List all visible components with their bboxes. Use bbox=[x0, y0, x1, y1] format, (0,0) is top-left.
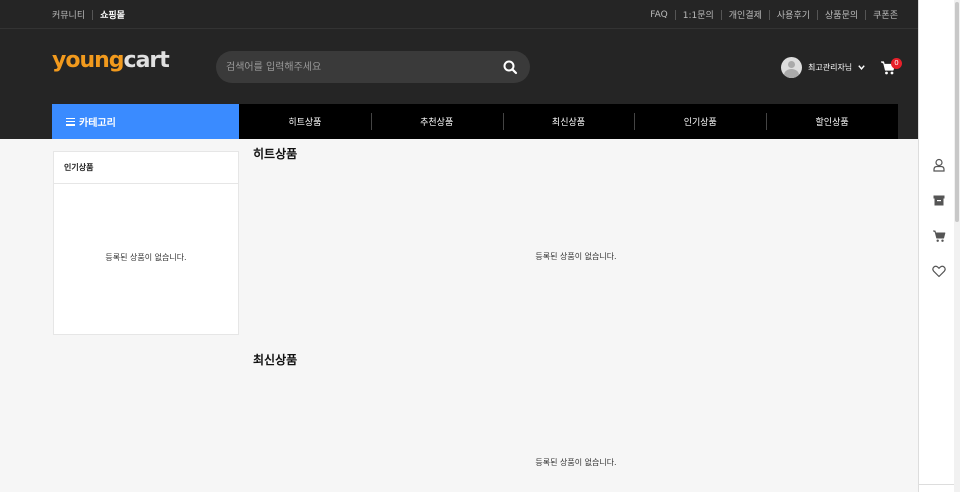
section-empty-hit: 등록된 상품이 없습니다. bbox=[535, 252, 617, 261]
user-name: 최고관리자님 bbox=[808, 63, 853, 72]
link-faq[interactable]: FAQ bbox=[650, 10, 667, 20]
chevron-down-icon[interactable] bbox=[857, 63, 866, 72]
divider bbox=[919, 484, 954, 485]
main-nav: 카테고리 히트상품 추천상품 최신상품 인기상품 할인상품 bbox=[52, 104, 898, 139]
side-box-title: 인기상품 bbox=[54, 152, 238, 184]
category-button[interactable]: 카테고리 bbox=[52, 104, 239, 139]
nav-item-hit[interactable]: 히트상품 bbox=[239, 104, 371, 139]
link-personal-pay[interactable]: 개인결제 bbox=[729, 8, 762, 21]
nav-item-popular[interactable]: 인기상품 bbox=[634, 104, 766, 139]
archive-box-icon[interactable] bbox=[931, 192, 947, 208]
nav-menu: 히트상품 추천상품 최신상품 인기상품 할인상품 bbox=[239, 104, 898, 139]
user-icon[interactable] bbox=[931, 157, 947, 173]
top-bar: 커뮤니티 쇼핑몰 FAQ 1:1문의 개인결제 사용후기 상품문의 쿠폰존 bbox=[0, 0, 918, 29]
link-shoppingmall[interactable]: 쇼핑몰 bbox=[100, 8, 125, 21]
cart-icon[interactable] bbox=[931, 228, 947, 244]
cart-count-badge: 0 bbox=[891, 58, 902, 69]
category-label: 카테고리 bbox=[79, 118, 116, 129]
logo-part-cart: cart bbox=[123, 48, 170, 73]
search-input[interactable] bbox=[226, 51, 496, 83]
heart-icon[interactable] bbox=[931, 263, 947, 279]
link-community[interactable]: 커뮤니티 bbox=[52, 8, 85, 21]
link-coupon-zone[interactable]: 쿠폰존 bbox=[873, 8, 898, 21]
divider bbox=[92, 9, 94, 20]
search-icon[interactable] bbox=[502, 59, 518, 75]
menu-icon bbox=[66, 117, 75, 126]
scrollbar-thumb[interactable] bbox=[955, 2, 959, 222]
user-menu[interactable]: 최고관리자님 bbox=[781, 57, 866, 78]
side-box-empty-text: 등록된 상품이 없습니다. bbox=[105, 253, 187, 262]
header: 커뮤니티 쇼핑몰 FAQ 1:1문의 개인결제 사용후기 상품문의 쿠폰존 yo… bbox=[0, 0, 918, 139]
section-title-hit: 히트상품 bbox=[253, 147, 298, 161]
popular-products-box: 인기상품 등록된 상품이 없습니다. bbox=[53, 151, 239, 335]
divider bbox=[768, 9, 770, 20]
divider bbox=[865, 9, 867, 20]
top-right-links: FAQ 1:1문의 개인결제 사용후기 상품문의 쿠폰존 bbox=[650, 0, 898, 29]
avatar bbox=[781, 57, 802, 78]
section-empty-new: 등록된 상품이 없습니다. bbox=[535, 458, 617, 467]
divider bbox=[817, 9, 819, 20]
divider bbox=[674, 9, 676, 20]
logo[interactable]: youngcart bbox=[52, 48, 170, 73]
nav-item-recommend[interactable]: 추천상품 bbox=[370, 104, 503, 139]
nav-item-sale[interactable]: 할인상품 bbox=[766, 104, 898, 139]
link-reviews[interactable]: 사용후기 bbox=[777, 8, 810, 21]
top-left-links: 커뮤니티 쇼핑몰 bbox=[52, 0, 125, 29]
section-title-new: 최신상품 bbox=[253, 353, 298, 367]
divider bbox=[720, 9, 722, 20]
link-product-qa[interactable]: 상품문의 bbox=[825, 8, 858, 21]
nav-item-new[interactable]: 최신상품 bbox=[502, 104, 635, 139]
link-qa[interactable]: 1:1문의 bbox=[683, 8, 714, 21]
logo-part-young: young bbox=[52, 48, 125, 73]
search-box bbox=[216, 51, 530, 83]
